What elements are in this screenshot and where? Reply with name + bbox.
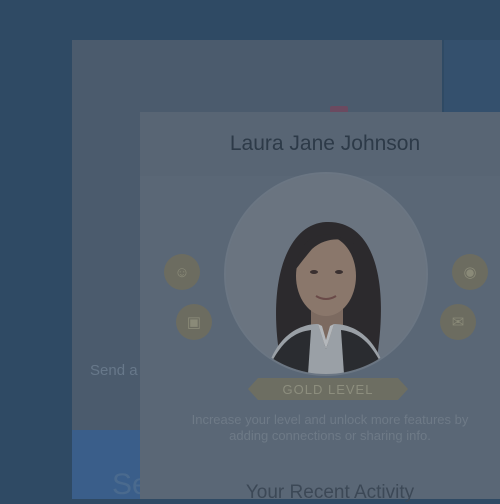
background-send-text: Send a bbox=[90, 362, 138, 379]
recent-activity-heading: Your Recent Activity bbox=[245, 482, 415, 503]
level-description: Increase your level and unlock more feat… bbox=[191, 412, 469, 443]
card-icon[interactable]: ▣ bbox=[176, 304, 212, 340]
profile-name: Laura Jane Johnson bbox=[229, 132, 421, 155]
level-badge: GOLD LEVEL bbox=[248, 378, 408, 400]
profile-modal: Laura Jane Johnson ☺ ▣ ◉ ✉ GOLD LEVEL In… bbox=[140, 112, 500, 503]
globe-icon[interactable]: ◉ bbox=[452, 254, 488, 290]
background-panel-edge bbox=[444, 40, 500, 112]
chat-icon[interactable]: ✉ bbox=[440, 304, 476, 340]
person-icon[interactable]: ☺ bbox=[164, 254, 200, 290]
avatar bbox=[226, 174, 426, 374]
